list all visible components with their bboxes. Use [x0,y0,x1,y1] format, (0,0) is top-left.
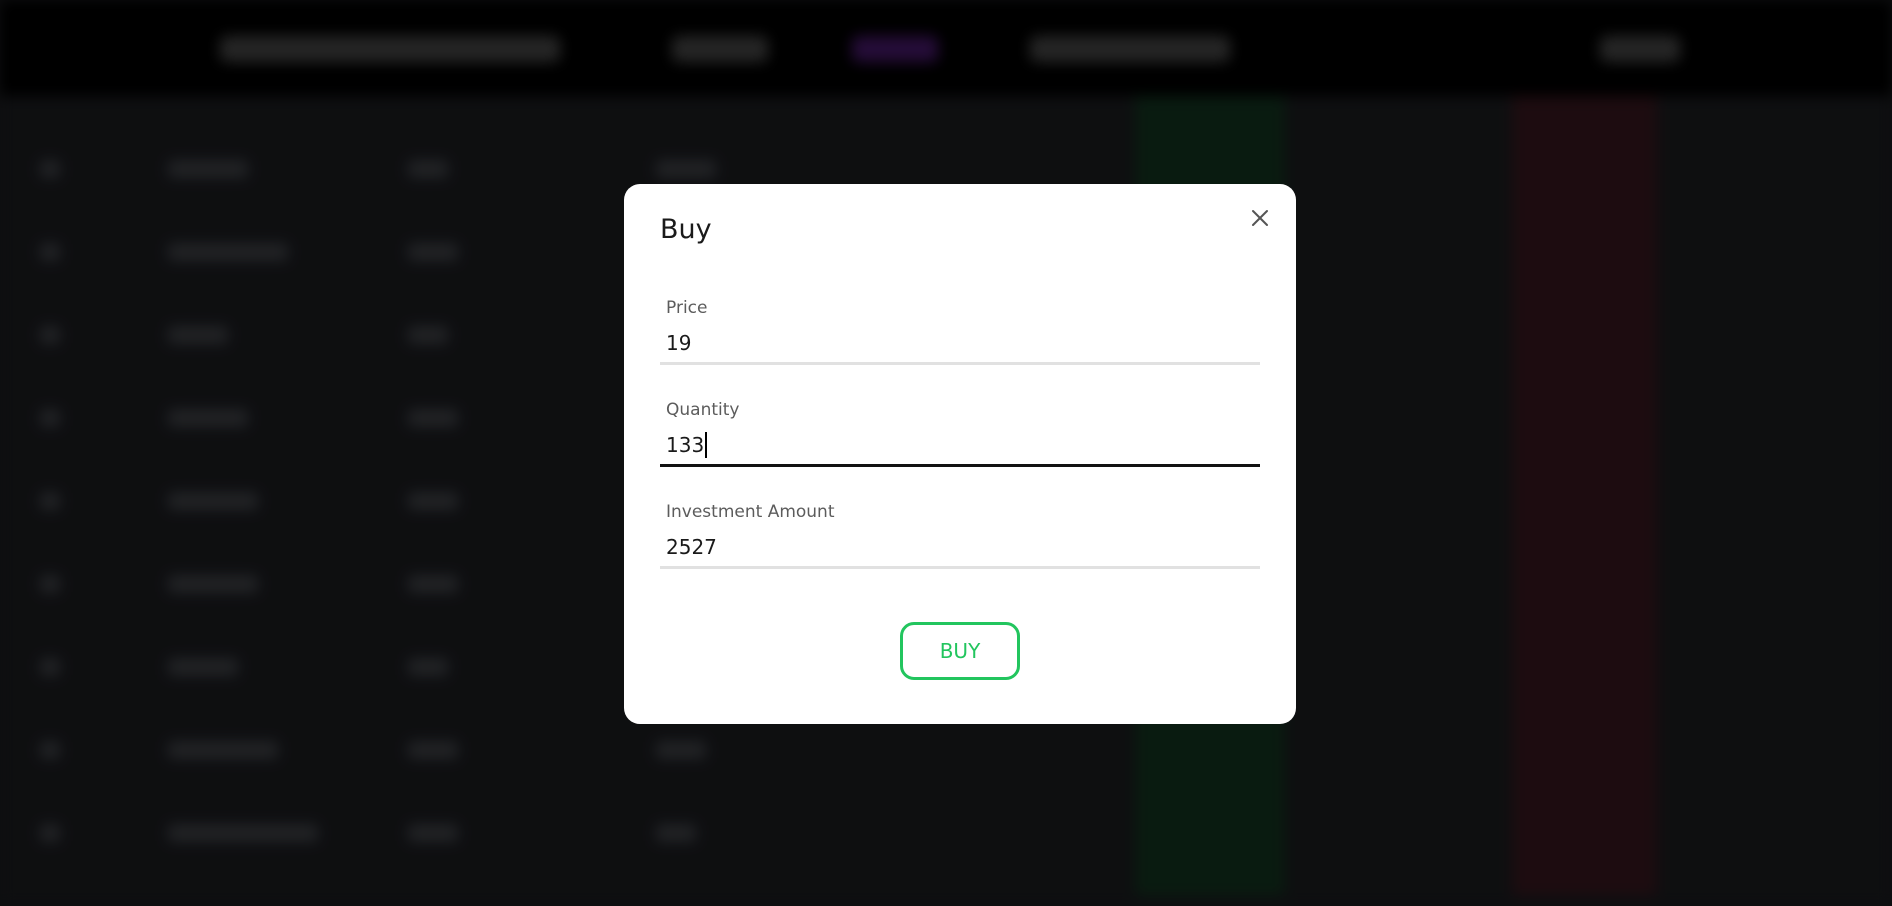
investment-amount-label: Investment Amount [666,502,835,522]
dialog-title: Buy [660,214,712,245]
quantity-field: Quantity 133 [660,400,1260,470]
quantity-value: 133 [666,433,705,457]
close-button[interactable] [1244,202,1276,234]
quantity-underline [660,464,1260,467]
quantity-input[interactable]: 133 [660,428,1260,462]
price-label: Price [666,298,708,318]
investment-amount-field: Investment Amount 2527 [660,502,1260,572]
price-value: 19 [666,331,692,355]
price-field: Price 19 [660,298,1260,368]
buy-button[interactable]: BUY [900,622,1020,680]
investment-amount-input[interactable]: 2527 [660,530,1260,564]
investment-amount-value: 2527 [666,535,717,559]
price-underline [660,362,1260,365]
close-icon [1252,210,1268,226]
buy-dialog: Buy Price 19 Quantity 133 Investment Amo… [624,184,1296,724]
quantity-label: Quantity [666,400,740,420]
text-caret [705,431,708,458]
price-input[interactable]: 19 [660,326,1260,360]
investment-amount-underline [660,566,1260,569]
